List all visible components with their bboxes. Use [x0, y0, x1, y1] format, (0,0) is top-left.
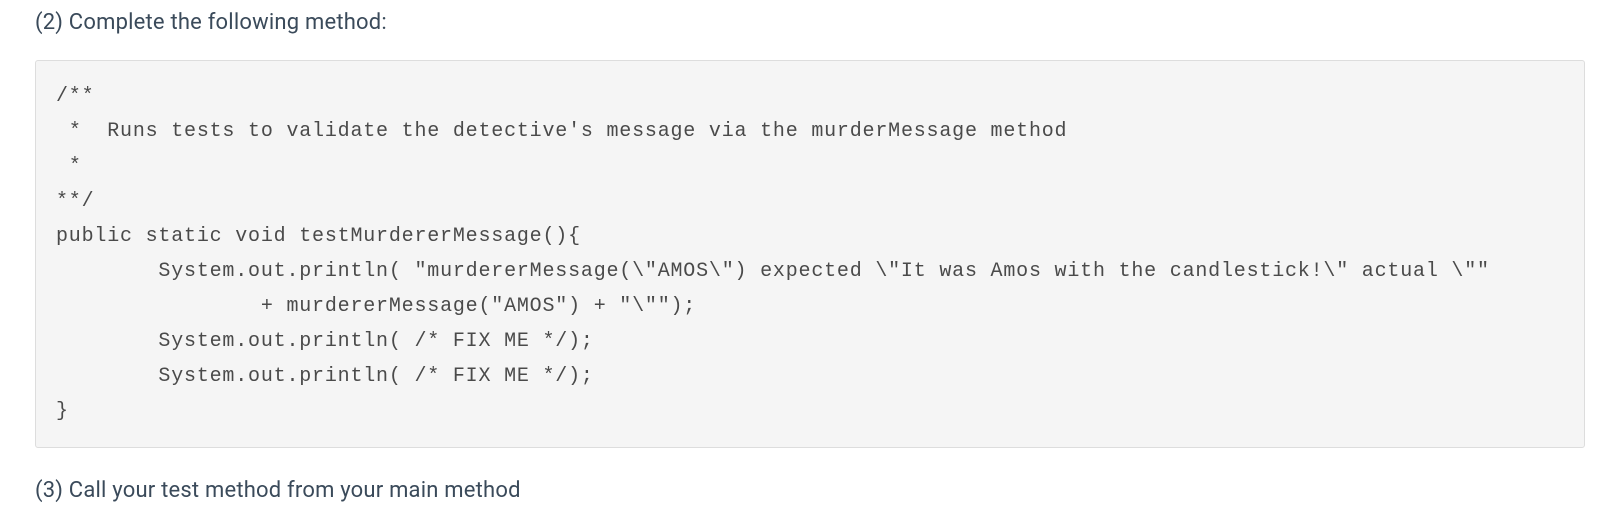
- instruction-top: (2) Complete the following method:: [35, 10, 1585, 35]
- instruction-bottom: (3) Call your test method from your main…: [35, 478, 1585, 503]
- code-block: /** * Runs tests to validate the detecti…: [35, 60, 1585, 448]
